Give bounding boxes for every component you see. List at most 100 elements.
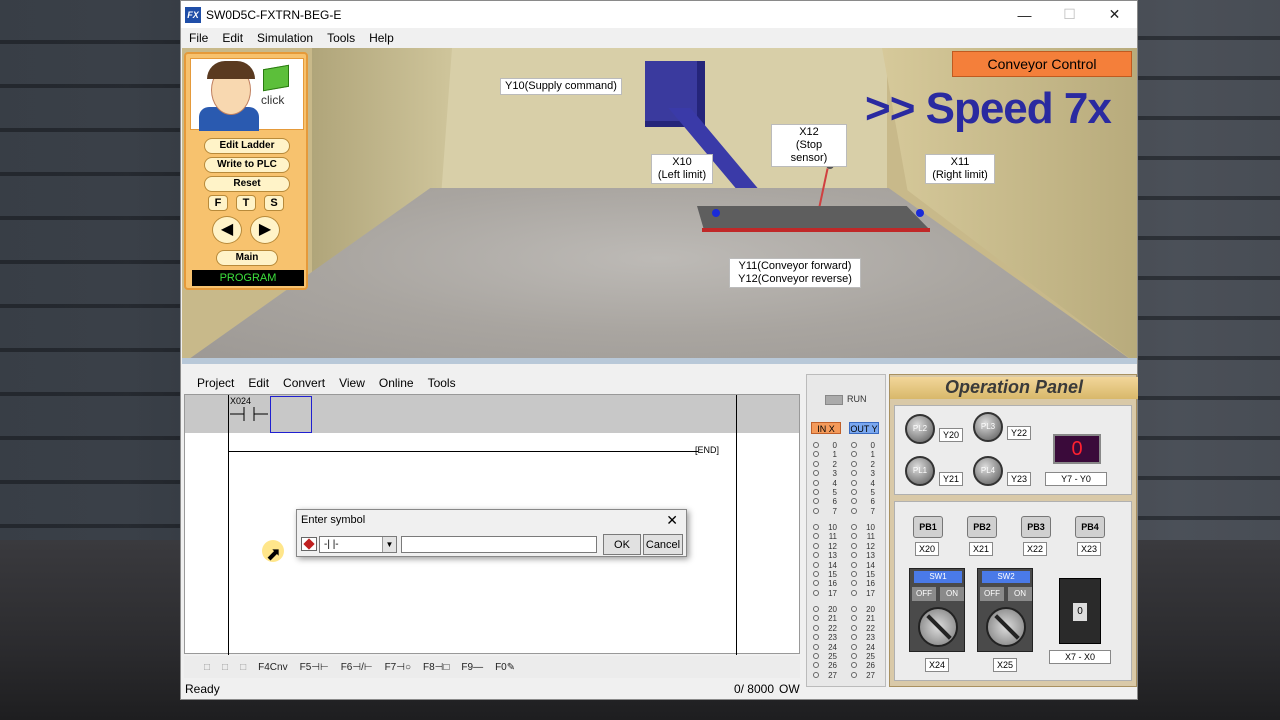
close-button[interactable]: ✕ (1092, 1, 1137, 28)
in-led-label: 27 (828, 670, 837, 680)
edit-ladder-button[interactable]: Edit Ladder (204, 138, 290, 154)
in-led-label: 2 (832, 459, 837, 469)
led-icon (851, 571, 857, 577)
push-button-pb3[interactable]: PB3 (1021, 516, 1051, 538)
run-label: RUN (847, 394, 867, 404)
push-button-pb4[interactable]: PB4 (1075, 516, 1105, 538)
menu-help[interactable]: Help (369, 31, 394, 45)
out-led-27: 27 (851, 671, 875, 680)
main-button[interactable]: Main (216, 250, 278, 266)
ladder-cursor[interactable] (270, 396, 312, 433)
right-power-rail (736, 395, 737, 655)
editor-menu-tools[interactable]: Tools (428, 376, 456, 390)
write-to-plc-button[interactable]: Write to PLC (204, 157, 290, 173)
tutor-panel: click Edit Ladder Write to PLC Reset F T… (184, 52, 308, 290)
out-led-label: 7 (870, 506, 875, 516)
dialog-title: Enter symbol (301, 514, 366, 526)
s-button[interactable]: S (264, 195, 284, 211)
editor-menu-convert[interactable]: Convert (283, 376, 325, 390)
out-led-label: 27 (866, 670, 875, 680)
tool-2[interactable]: □ (222, 662, 228, 673)
maximize-button[interactable]: ☐ (1047, 1, 1092, 28)
tool-convert[interactable]: F4Cnv (258, 662, 287, 673)
prev-arrow-button[interactable]: ◀ (212, 216, 242, 244)
editor-menu-view[interactable]: View (339, 376, 365, 390)
out-led-label: 23 (866, 633, 875, 643)
menu-simulation[interactable]: Simulation (257, 31, 313, 45)
out-led-label: 22 (866, 623, 875, 633)
in-led-16: 16 (813, 579, 837, 588)
floor-edge (182, 358, 1137, 364)
editor-menu-project[interactable]: Project (197, 376, 234, 390)
out-led-3: 3 (851, 469, 875, 478)
tool-3[interactable]: □ (240, 662, 246, 673)
contact-symbol[interactable] (230, 407, 268, 421)
tool-nc-contact[interactable]: F6⊣/⊢ (341, 662, 373, 673)
led-icon (813, 662, 819, 669)
next-arrow-button[interactable]: ▶ (250, 216, 280, 244)
led-icon (851, 615, 857, 622)
tool-pen[interactable]: F0✎ (495, 662, 515, 673)
in-led-20: 20 (813, 605, 837, 614)
out-led-label: 12 (866, 541, 875, 551)
tool-hline[interactable]: F9— (461, 662, 483, 673)
in-led-label: 15 (828, 570, 837, 579)
input-section: PB1 X20 PB2 X21 PB3 X22 PB4 X23 SW1 OFF … (894, 501, 1132, 681)
led-icon (813, 552, 819, 559)
ok-button[interactable]: OK (603, 534, 641, 555)
symbol-type-select[interactable]: -| |- ▼ (319, 536, 397, 553)
cancel-button[interactable]: Cancel (643, 534, 683, 555)
out-led-label: 10 (866, 523, 875, 532)
f-button[interactable]: F (208, 195, 228, 211)
out-led-1: 1 (851, 450, 875, 459)
led-icon (851, 470, 857, 477)
conveyor-control-button[interactable]: Conveyor Control (952, 51, 1132, 77)
out-led-13: 13 (851, 551, 875, 560)
left-power-rail (228, 395, 229, 655)
led-icon (851, 498, 857, 505)
t-button[interactable]: T (236, 195, 256, 211)
push-button-pb1[interactable]: PB1 (913, 516, 943, 538)
selector-switch-sw2[interactable]: SW2 OFF ON (977, 568, 1033, 652)
in-led-label: 10 (828, 523, 837, 532)
out-led-label: 16 (866, 579, 875, 589)
out-led-label: 26 (866, 661, 875, 671)
app-window: FX SW0D5C-FXTRN-BEG-E — ☐ ✕ File Edit Si… (180, 0, 1138, 700)
menu-tools[interactable]: Tools (327, 31, 355, 45)
chevron-down-icon[interactable]: ▼ (382, 537, 396, 552)
in-led-label: 3 (832, 469, 837, 479)
thumbwheel-switch[interactable]: 0 (1059, 578, 1101, 644)
out-led-label: 3 (870, 469, 875, 479)
dialog-close-icon[interactable]: ✕ (666, 512, 678, 529)
push-button-pb2[interactable]: PB2 (967, 516, 997, 538)
lamp-section: PL2 Y20 PL3 Y22 PL1 Y21 PL4 Y23 0 Y7 - Y… (894, 405, 1132, 495)
led-icon (813, 643, 819, 650)
selector-switch-sw1[interactable]: SW1 OFF ON (909, 568, 965, 652)
minimize-button[interactable]: — (1002, 1, 1047, 28)
tutor-picture[interactable]: click (190, 58, 304, 131)
tool-instruction[interactable]: F8⊣□ (423, 662, 449, 673)
in-led-10: 10 (813, 523, 837, 532)
tool-coil[interactable]: F7⊣○ (385, 662, 411, 673)
menu-edit[interactable]: Edit (222, 31, 243, 45)
run-led (825, 395, 843, 405)
out-led-label: 4 (870, 478, 875, 488)
menu-file[interactable]: File (189, 31, 208, 45)
symbol-icon[interactable] (301, 537, 317, 551)
editor-menu-edit[interactable]: Edit (248, 376, 269, 390)
out-led-label: 20 (866, 605, 875, 614)
tool-no-contact[interactable]: F5⊣⊢ (300, 662, 329, 673)
in-led-13: 13 (813, 551, 837, 560)
tool-1[interactable]: □ (204, 662, 210, 673)
symbol-input[interactable] (401, 536, 597, 553)
window-title: SW0D5C-FXTRN-BEG-E (206, 7, 342, 22)
sw2-knob[interactable] (986, 607, 1026, 647)
in-led-21: 21 (813, 614, 837, 623)
editor-menu-online[interactable]: Online (379, 376, 414, 390)
out-led-label: 25 (866, 652, 875, 661)
editor-menu: Project Edit Convert View Online Tools (182, 371, 802, 395)
sw1-knob[interactable] (918, 607, 958, 647)
in-led-label: 14 (828, 560, 837, 570)
reset-button[interactable]: Reset (204, 176, 290, 192)
in-led-25: 25 (813, 652, 837, 661)
